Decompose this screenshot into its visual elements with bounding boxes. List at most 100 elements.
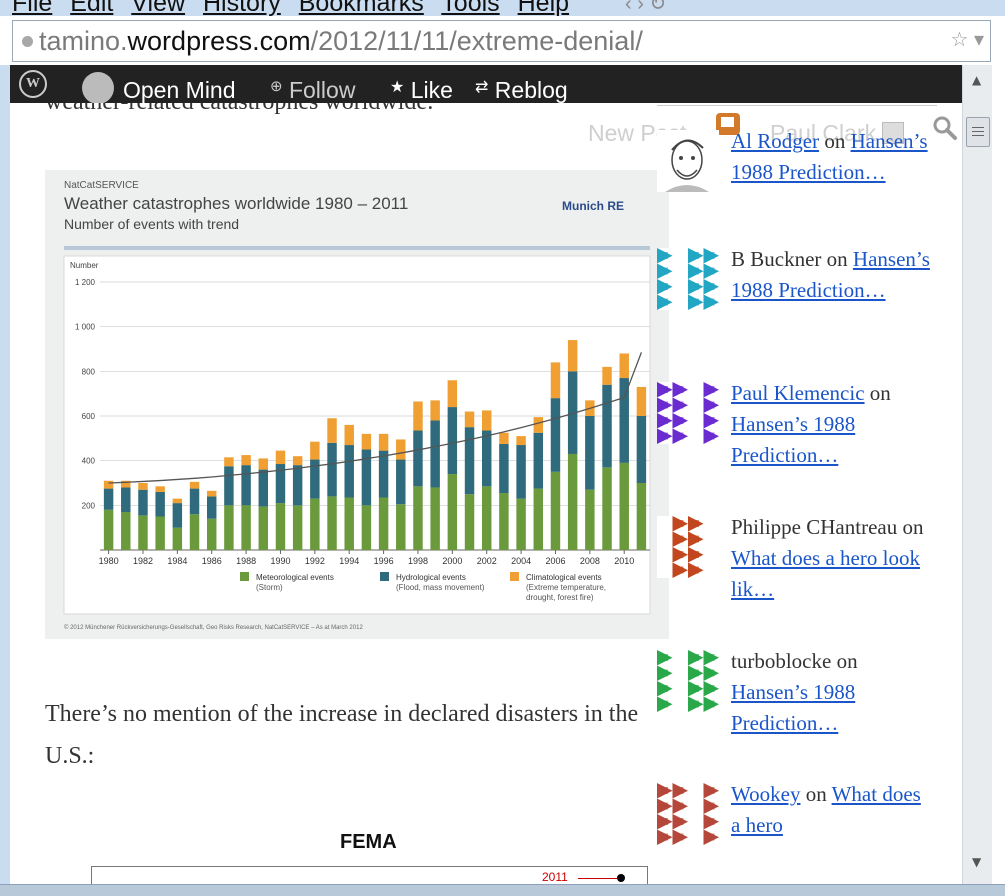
chart-bar-segment xyxy=(206,518,217,550)
comment-post-link[interactable]: Hansen’s 1988 Prediction… xyxy=(731,680,855,735)
chart-brand: NatCatSERVICE xyxy=(64,180,139,191)
chart-bar-segment xyxy=(224,457,234,467)
chart-xtick-label: 1992 xyxy=(305,556,325,566)
menu-file[interactable]: File xyxy=(12,0,52,16)
chart-bar-segment xyxy=(327,418,337,443)
vertical-scrollbar[interactable]: ▲ ▼ xyxy=(962,65,992,884)
chart-bar-segment xyxy=(378,497,389,550)
chart-bar-segment xyxy=(447,407,458,475)
chart-bar-segment xyxy=(103,480,114,489)
avatar[interactable] xyxy=(657,130,719,192)
search-icon[interactable] xyxy=(932,115,958,141)
chart-bar-segment xyxy=(499,432,509,444)
chart-bar-segment xyxy=(516,498,526,550)
star-icon: ★ xyxy=(390,79,405,96)
comment-author[interactable]: Paul Klemencic xyxy=(731,381,865,405)
chart-ytick-label: 600 xyxy=(82,412,96,421)
chart-bar-segment xyxy=(585,489,595,550)
chart-bar-segment xyxy=(464,494,475,550)
url-host: wordpress.com xyxy=(127,25,311,56)
chart-legend-sublabel: (Flood, mass movement) xyxy=(396,583,485,592)
comment-post-link[interactable]: What does a hero look lik… xyxy=(731,546,920,601)
follow-button[interactable]: ⊕ Follow xyxy=(270,77,355,103)
chart-bar-segment xyxy=(121,487,131,513)
comment-on-label: on xyxy=(897,515,924,539)
menu-bookmarks[interactable]: Bookmarks xyxy=(299,0,424,16)
site-globe-icon[interactable] xyxy=(82,72,114,103)
chart-bar-segment xyxy=(189,514,200,550)
chart-bar-segment xyxy=(619,378,629,463)
avatar[interactable] xyxy=(657,516,719,578)
reblog-button[interactable]: ⇄ Reblog xyxy=(475,77,568,103)
chart-legend-sublabel: (Storm) xyxy=(256,583,283,592)
comment-author[interactable]: Wookey xyxy=(731,782,800,806)
chart-legend-sublabel: (Extreme temperature, xyxy=(526,583,606,592)
comment-on-label: on xyxy=(819,129,851,153)
article-text-cut: weather-related catastrophes worldwide: xyxy=(45,103,434,116)
avatar[interactable] xyxy=(657,783,719,845)
chart-ytick-label: 400 xyxy=(82,457,96,466)
bookmark-star-icon[interactable]: ☆ ▾ xyxy=(950,27,984,52)
chart-title: Weather catastrophes worldwide 1980 – 20… xyxy=(64,194,408,213)
chart-bar-segment xyxy=(602,366,612,385)
scroll-up-arrow-icon[interactable]: ▲ xyxy=(972,73,981,87)
back-forward-icon[interactable]: ‹ › ↻ xyxy=(625,0,666,16)
chart-bar-segment xyxy=(155,491,165,517)
chart-bar-segment xyxy=(327,496,337,550)
avatar[interactable] xyxy=(657,248,719,310)
chart-legend-swatch xyxy=(510,572,519,581)
url-path: /2012/11/11/extreme-denial/ xyxy=(310,25,643,56)
like-button[interactable]: ★ Like xyxy=(390,77,453,103)
comment-author[interactable]: Al Rodger xyxy=(731,129,819,153)
chart-bar-segment xyxy=(241,465,251,506)
scroll-down-arrow-icon[interactable]: ▼ xyxy=(972,855,981,869)
scrollbar-thumb[interactable] xyxy=(966,117,990,147)
chart-bar-segment xyxy=(292,505,303,550)
menu-history[interactable]: History xyxy=(203,0,281,16)
url-bar[interactable]: tamino. wordpress.com/2012/11/11/extreme-… xyxy=(12,20,991,62)
menu-edit[interactable]: Edit xyxy=(70,0,113,16)
fema-arrow xyxy=(578,878,618,879)
chart-bar-segment xyxy=(481,430,492,487)
comment-author: B Buckner xyxy=(731,247,822,271)
avatar[interactable] xyxy=(657,382,719,444)
chart-bar-segment xyxy=(361,505,372,550)
chart-bar-segment xyxy=(206,490,217,497)
chart-bar-segment xyxy=(533,417,544,433)
chart-bar-segment xyxy=(224,505,234,550)
chart-bar-segment xyxy=(172,503,183,528)
chart-bar-segment xyxy=(499,443,509,494)
chart-bar-segment xyxy=(361,433,372,450)
site-identity-icon[interactable] xyxy=(22,35,33,47)
wordpress-logo-icon[interactable]: W xyxy=(19,70,47,98)
avatar[interactable] xyxy=(657,650,719,712)
chart-xtick-label: 1980 xyxy=(99,556,119,566)
chart-xtick-label: 2002 xyxy=(477,556,497,566)
comment-post-link[interactable]: Hansen’s 1988 Prediction… xyxy=(731,412,855,467)
chart-svg: NatCatSERVICE Weather catastrophes worldw… xyxy=(63,180,651,631)
chart-bar-segment xyxy=(550,362,561,399)
chart-bar-segment xyxy=(533,488,544,550)
chart-bar-segment xyxy=(275,503,286,550)
menu-help[interactable]: Help xyxy=(518,0,569,16)
fema-chart-title: FEMA xyxy=(340,831,397,853)
chart-bar-segment xyxy=(103,488,114,510)
chart-bar-segment xyxy=(619,462,629,550)
chart-bar-segment xyxy=(481,486,492,550)
chart-bar-segment xyxy=(516,445,526,499)
chart-bar-segment xyxy=(310,441,320,460)
chart-xtick-label: 1986 xyxy=(202,556,222,566)
chart-bar-segment xyxy=(189,488,200,515)
chart-bar-segment xyxy=(413,401,423,431)
chart-bar-segment xyxy=(636,386,647,416)
chart-bar-segment xyxy=(172,498,183,504)
comment-on-label: on xyxy=(800,782,832,806)
chart-xtick-label: 2004 xyxy=(511,556,531,566)
menu-view[interactable]: View xyxy=(131,0,185,16)
chart-xtick-label: 2008 xyxy=(580,556,600,566)
site-name-link[interactable]: Open Mind xyxy=(123,77,236,103)
menu-tools[interactable]: Tools xyxy=(441,0,499,16)
chart-bar-segment xyxy=(430,420,440,488)
weather-catastrophes-chart: NatCatSERVICE Weather catastrophes worldw… xyxy=(45,170,669,639)
chart-legend-label: Meteorological events xyxy=(256,573,334,582)
